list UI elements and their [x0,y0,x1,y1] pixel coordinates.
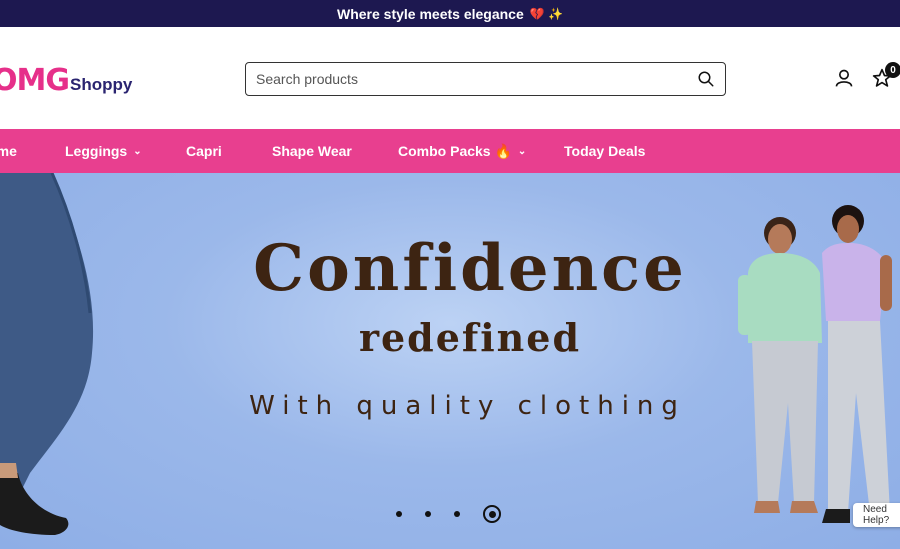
nav-item-label: Shape Wear [272,143,352,159]
nav-item-label: Home [0,143,17,159]
nav-item-label: Combo Packs 🔥 [398,142,512,159]
need-help-button[interactable]: Need Help? [853,503,900,527]
nav-item-capri[interactable]: Capri [186,129,222,173]
nav-item-label: Today Deals [564,143,646,159]
search-input[interactable] [256,71,697,87]
announcement-bar: Where style meets elegance 💔 ✨ [0,0,900,27]
logo-mark: OMG [0,63,70,98]
announcement-emoji: 💔 ✨ [529,6,563,21]
slider-dot[interactable] [396,511,402,517]
nav-item-home[interactable]: Home [0,129,17,173]
site-logo[interactable]: OMG Shoppy [0,63,132,98]
main-nav: Home Leggings ⌄ Capri Shape Wear Combo P… [0,129,900,173]
nav-item-combo-packs[interactable]: Combo Packs 🔥 ⌄ [398,129,526,173]
slider-dot[interactable] [425,511,431,517]
nav-item-shape-wear[interactable]: Shape Wear [272,129,352,173]
model-legs-image [0,173,94,535]
slider-dot-active[interactable] [483,505,501,523]
hero-banner[interactable]: Confidence redefined With quality clothi… [0,173,900,549]
nav-item-today-deals[interactable]: Today Deals [564,129,645,173]
nav-item-label: Capri [186,143,222,159]
search-bar [245,62,726,96]
chevron-down-icon: ⌄ [517,145,527,157]
search-icon[interactable] [697,70,715,88]
slider-dots [396,505,501,523]
account-icon[interactable] [834,68,854,88]
chevron-down-icon: ⌄ [133,145,142,157]
models-image [738,205,896,523]
logo-word: Shoppy [69,75,133,94]
slider-dot[interactable] [454,511,460,517]
nav-item-leggings[interactable]: Leggings ⌄ [65,129,142,173]
wishlist-count-badge: 0 [885,62,900,78]
announcement-text: Where style meets elegance [337,5,524,22]
nav-item-label: Leggings [65,143,128,159]
site-header: OMG Shoppy 0 [0,27,900,129]
